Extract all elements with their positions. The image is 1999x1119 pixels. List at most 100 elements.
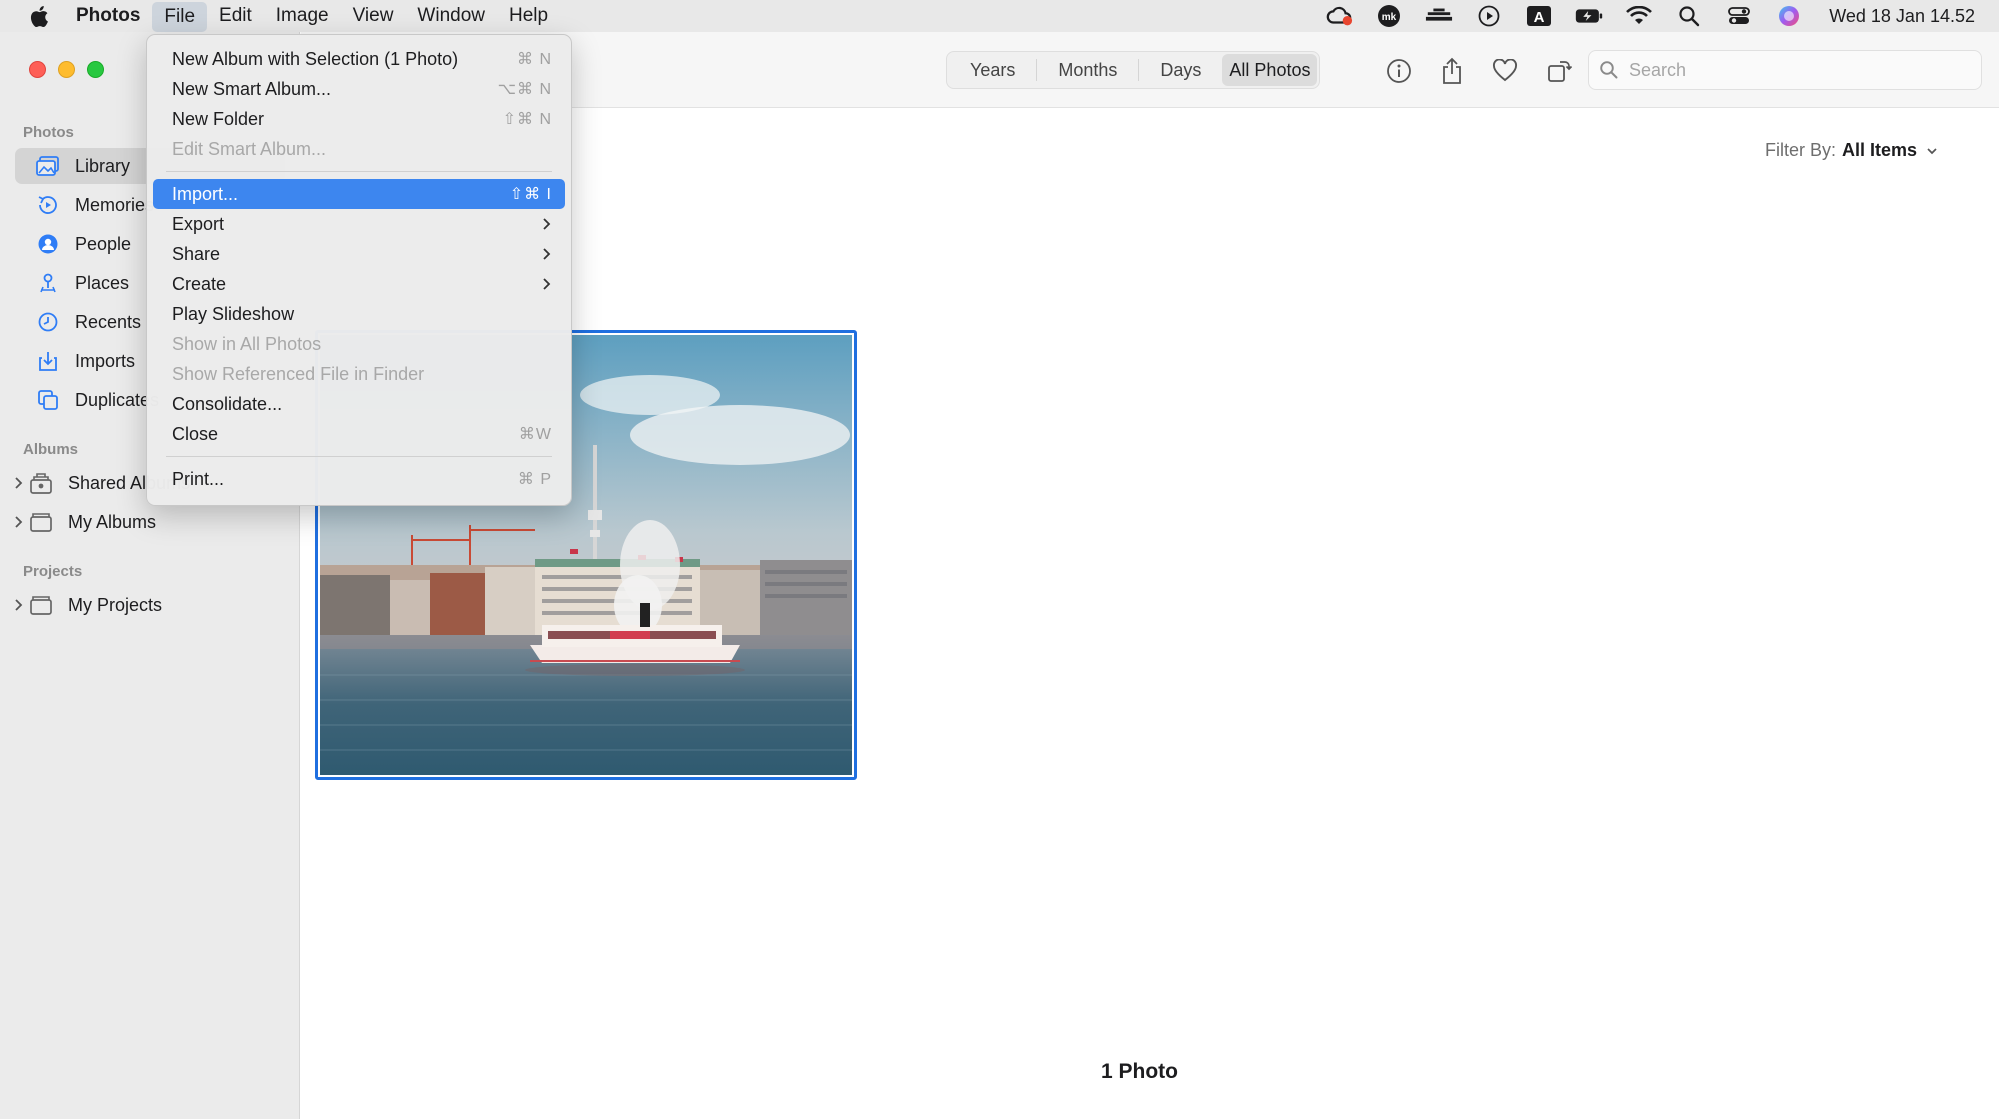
chevron-down-icon[interactable] [1925, 144, 1939, 158]
menu-image[interactable]: Image [264, 0, 341, 32]
menu-view[interactable]: View [341, 0, 406, 32]
menu-item-share[interactable]: Share [153, 239, 565, 269]
menu-item-new-folder[interactable]: New Folder ⇧⌘ N [153, 104, 565, 134]
menu-app-photos[interactable]: Photos [64, 0, 152, 32]
segment-years[interactable]: Years [949, 54, 1036, 86]
sidebar-item-label: Imports [75, 350, 136, 371]
battery-charging-icon[interactable] [1575, 4, 1603, 28]
menu-help[interactable]: Help [497, 0, 560, 32]
siri-icon[interactable] [1775, 4, 1803, 28]
menu-edit[interactable]: Edit [207, 0, 264, 32]
menu-item-close[interactable]: Close ⌘W [153, 419, 565, 449]
view-segmented-control: Years Months Days All Photos [946, 51, 1321, 89]
creative-cloud-icon[interactable] [1325, 4, 1353, 28]
menu-item-label: Consolidate... [172, 393, 283, 414]
sidebar-item-my-albums[interactable]: My Albums [7, 504, 277, 540]
chevron-right-icon[interactable] [13, 474, 27, 492]
filter-value[interactable]: All Items [1842, 140, 1917, 161]
sidebar-section-albums: Albums [23, 441, 79, 458]
search-input[interactable] [1629, 59, 1969, 81]
menu-item-new-smart-album[interactable]: New Smart Album... ⌥⌘ N [153, 74, 565, 104]
folder-icon [28, 511, 54, 533]
menu-item-export[interactable]: Export [153, 209, 565, 239]
control-center-icon[interactable] [1725, 4, 1753, 28]
sidebar-item-label: Recents [75, 311, 142, 332]
filter-by-control[interactable]: Filter By: All Items [1765, 140, 1939, 161]
menu-item-label: Play Slideshow [172, 303, 295, 324]
menu-item-shortcut: ⌘ P [517, 471, 552, 488]
menu-item-label: New Smart Album... [172, 78, 332, 99]
menu-item-create[interactable]: Create [153, 269, 565, 299]
recents-icon [35, 311, 61, 333]
menu-file[interactable]: File [152, 1, 208, 32]
zoom-window-button[interactable] [87, 61, 104, 78]
menu-item-shortcut: ⇧⌘ N [502, 111, 552, 128]
menu-item-shortcut: ⌘W [518, 426, 552, 443]
spotlight-search-icon[interactable] [1675, 4, 1703, 28]
chevron-right-icon[interactable] [13, 596, 27, 614]
sidebar-item-label: Places [75, 272, 130, 293]
menu-item-label: Show Referenced File in Finder [172, 363, 425, 384]
menu-item-label: Edit Smart Album... [172, 138, 327, 159]
menu-separator [166, 171, 552, 172]
sidebar-item-label: My Projects [68, 594, 163, 615]
mk-app-icon[interactable]: mk [1375, 4, 1403, 28]
menu-item-label: Export [172, 213, 225, 234]
menu-item-print[interactable]: Print... ⌘ P [153, 464, 565, 494]
input-source-letter: A [1534, 9, 1545, 26]
menu-item-consolidate[interactable]: Consolidate... [153, 389, 565, 419]
submenu-chevron-icon [543, 248, 551, 260]
segment-months[interactable]: Months [1037, 54, 1138, 86]
menu-item-new-album-with-selection[interactable]: New Album with Selection (1 Photo) ⌘ N [153, 44, 565, 74]
filter-label: Filter By: [1764, 140, 1836, 160]
menu-window[interactable]: Window [405, 0, 497, 32]
menu-item-label: Create [172, 273, 227, 294]
menu-item-play-slideshow[interactable]: Play Slideshow [153, 299, 565, 329]
people-icon [35, 233, 61, 255]
apple-menu-icon[interactable] [24, 2, 54, 30]
menu-item-shortcut: ⌘ N [517, 51, 552, 68]
segment-days[interactable]: Days [1139, 54, 1222, 86]
menu-separator [166, 456, 552, 457]
menu-item-label: Import... [172, 183, 239, 204]
info-icon[interactable] [1384, 56, 1414, 86]
menu-item-shortcut: ⇧⌘ I [509, 186, 552, 203]
menubar-clock[interactable]: Wed 18 Jan 14.52 [1829, 6, 1975, 27]
photo-count: 1 Photo [1101, 1060, 1178, 1083]
favorite-heart-icon[interactable] [1490, 56, 1520, 86]
minimize-window-button[interactable] [58, 61, 75, 78]
file-menu-dropdown: New Album with Selection (1 Photo) ⌘ N N… [146, 34, 572, 506]
submenu-chevron-icon [543, 278, 551, 290]
search-icon [1600, 61, 1618, 79]
chevron-right-icon[interactable] [13, 513, 27, 531]
menu-item-label: Print... [172, 468, 225, 489]
menu-item-import[interactable]: Import... ⇧⌘ I [153, 179, 565, 209]
sidebar-item-label: My Albums [68, 511, 157, 532]
wifi-icon[interactable] [1625, 4, 1653, 28]
menu-item-edit-smart-album: Edit Smart Album... [153, 134, 565, 164]
menu-item-show-in-all-photos: Show in All Photos [153, 329, 565, 359]
submenu-chevron-icon [543, 218, 551, 230]
sidebar-item-my-projects[interactable]: My Projects [7, 587, 277, 623]
library-icon [35, 155, 61, 177]
sidebar-item-label: People [75, 233, 132, 254]
play-circle-icon[interactable] [1475, 4, 1503, 28]
rotate-icon[interactable] [1544, 56, 1574, 86]
segment-all-photos[interactable]: All Photos [1222, 54, 1318, 86]
search-field[interactable] [1588, 50, 1982, 90]
close-window-button[interactable] [29, 61, 46, 78]
sidebar-section-projects: Projects [23, 563, 83, 580]
menu-item-show-referenced-file: Show Referenced File in Finder [153, 359, 565, 389]
menu-item-shortcut: ⌥⌘ N [497, 81, 552, 98]
memories-icon [35, 194, 61, 216]
menu-item-label: New Album with Selection (1 Photo) [172, 48, 459, 69]
bartender-icon[interactable] [1425, 4, 1453, 28]
menu-item-label: Show in All Photos [172, 333, 322, 354]
menu-item-label: Share [172, 243, 221, 264]
keyboard-input-a-icon[interactable]: A [1525, 4, 1553, 28]
status-area: mk A Wed 18 Jan 14.52 [1325, 0, 1975, 32]
imports-icon [35, 350, 61, 372]
share-icon[interactable] [1437, 56, 1467, 86]
shared-albums-icon [28, 472, 54, 494]
sidebar-section-photos: Photos [23, 124, 74, 141]
